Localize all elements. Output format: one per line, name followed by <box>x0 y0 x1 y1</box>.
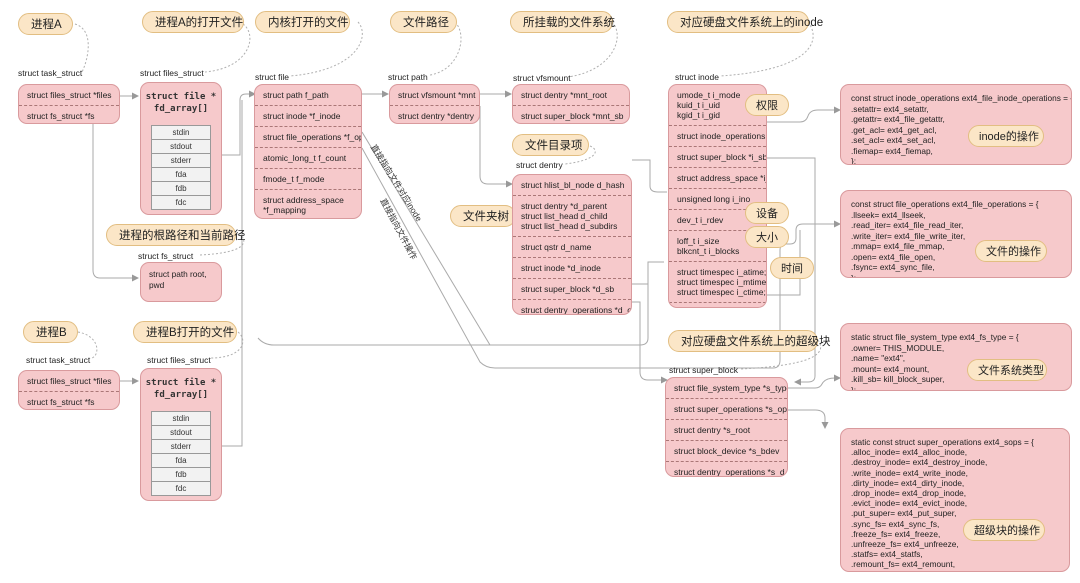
field-f-mapping: struct address_space *f_mapping <box>263 195 344 215</box>
pill-dentry-item: 文件目录项 <box>512 134 589 156</box>
field-i-fop: struct file_operations *i_fop <box>669 303 766 307</box>
field-root-pwd: struct path root, pwd <box>149 269 207 290</box>
pill-process-a: 进程A <box>18 13 73 35</box>
fd-array-title: struct file * fd_array[] <box>145 92 217 114</box>
pill-root-cwd: 进程的根路径和当前路径 <box>106 224 246 246</box>
fd-entry: stdin <box>151 125 211 140</box>
field-mnt-sb: struct super_block *mnt_sb <box>521 111 624 121</box>
files-struct-b-box: struct file * fd_array[] stdin stdout std… <box>140 368 222 501</box>
label-struct-super-block: struct super_block <box>669 365 738 375</box>
tag-permission: 权限 <box>745 94 789 116</box>
label-files-struct-a: struct files_struct <box>140 68 204 78</box>
fd-entry: fdc <box>151 195 211 210</box>
field-d-sb: struct super_block *d_sb <box>513 279 631 300</box>
tag-size: 大小 <box>745 226 789 248</box>
field-f-mode: fmode_t f_mode <box>255 169 361 190</box>
super-block-box: struct file_system_type *s_type struct s… <box>665 377 788 477</box>
field-files: struct files_struct *files <box>19 85 119 106</box>
field-fs: struct fs_struct *fs <box>27 111 95 121</box>
file-ops-box: const struct file_operations ext4_file_o… <box>840 190 1072 278</box>
field-i-mapping: struct address_space *i_mapping <box>669 168 766 189</box>
field-s-bdev: struct block_device *s_bdev <box>666 441 787 462</box>
fd-entry: fda <box>151 167 211 182</box>
field-d-op: struct dentry_operations *d_op <box>521 305 632 315</box>
fd-array-title: struct file * fd_array[] <box>145 378 217 400</box>
field-s-type: struct file_system_type *s_type <box>666 378 787 399</box>
field-f-count: atomic_long_t f_count <box>255 148 361 169</box>
file-ops-code: const struct file_operations ext4_file_o… <box>851 199 1039 278</box>
field-d-inode: struct inode *d_inode <box>513 258 631 279</box>
pill-kernel-file: 内核打开的文件 <box>255 11 350 33</box>
pill-disk-inode: 对应硬盘文件系统上的inode <box>667 11 823 33</box>
field-s-d-op: struct dentry_operations *s_d_op <box>674 467 788 477</box>
super-ops-box: static const struct super_operations ext… <box>840 428 1070 572</box>
struct-inode-box: umode_t i_mode kuid_t i_uid kgid_t i_gid… <box>668 84 767 308</box>
field-dentry: struct dentry *dentry <box>398 111 475 121</box>
field-files: struct files_struct *files <box>19 371 119 392</box>
tag-time: 时间 <box>770 257 814 279</box>
label-task-struct-b: struct task_struct <box>26 355 91 365</box>
super-ops-code: static const struct super_operations ext… <box>851 437 1034 571</box>
pill-file-path: 文件路径 <box>390 11 457 33</box>
field-i-sb: struct super_block *i_sb <box>669 147 766 168</box>
fd-entry: stdout <box>151 425 211 440</box>
field-d-tree: struct dentry *d_parent struct list_head… <box>513 196 631 237</box>
field-i-time: struct timespec i_atime; struct timespec… <box>669 262 766 303</box>
fd-entry: fdc <box>151 481 211 496</box>
files-struct-a-box: struct file * fd_array[] stdin stdout std… <box>140 82 222 215</box>
tag-fs-type: 文件系统类型 <box>967 359 1047 381</box>
label-task-struct-a: struct task_struct <box>18 68 83 78</box>
label-files-struct-b: struct files_struct <box>147 355 211 365</box>
field-i-op: struct inode_operations *i_op <box>669 126 766 147</box>
tag-inode-ops: inode的操作 <box>968 125 1044 147</box>
pill-disk-superblock: 对应硬盘文件系统上的超级块 <box>668 330 831 352</box>
fd-entry: stderr <box>151 439 211 454</box>
label-struct-file: struct file <box>255 72 290 82</box>
fd-entry: fdb <box>151 467 211 482</box>
tag-file-ops: 文件的操作 <box>975 240 1047 262</box>
label-struct-dentry: struct dentry <box>516 160 563 170</box>
tag-device: 设备 <box>745 202 789 224</box>
inode-ops-box: const struct inode_operations ext4_file_… <box>840 84 1072 165</box>
tag-super-ops: 超级块的操作 <box>963 519 1045 541</box>
pill-mounted-fs: 所挂载的文件系统 <box>510 11 615 33</box>
struct-vfsmount-box: struct dentry *mnt_root struct super_blo… <box>512 84 630 124</box>
fd-entry: stdin <box>151 411 211 426</box>
struct-path-box: struct vfsmount *mnt struct dentry *dent… <box>389 84 480 124</box>
label-struct-path: struct path <box>388 72 428 82</box>
field-fs: struct fs_struct *fs <box>27 397 95 407</box>
field-d-name: struct qstr d_name <box>513 237 631 258</box>
field-s-root: struct dentry *s_root <box>666 420 787 441</box>
fd-entry: stdout <box>151 139 211 154</box>
field-f-inode: struct inode *f_inode <box>255 106 361 127</box>
label-struct-vfsmount: struct vfsmount <box>513 73 571 83</box>
pill-process-b-files: 进程B打开的文件 <box>133 321 237 343</box>
pill-dir-tree: 文件夹树 <box>450 205 516 227</box>
label-fs-struct: struct fs_struct <box>138 251 194 261</box>
struct-dentry-box: struct hlist_bl_node d_hash struct dentr… <box>512 174 632 315</box>
field-mnt: struct vfsmount *mnt <box>390 85 479 106</box>
fd-array-table: stdin stdout stderr fda fdb fdc <box>151 411 211 496</box>
fd-entry: stderr <box>151 153 211 168</box>
fs-struct-box: struct path root, pwd <box>140 262 222 302</box>
field-f-path: struct path f_path <box>255 85 361 106</box>
pill-process-b: 进程B <box>23 321 78 343</box>
task-struct-a-box: struct files_struct *files struct fs_str… <box>18 84 120 124</box>
label-struct-inode: struct inode <box>675 72 719 82</box>
field-d-hash: struct hlist_bl_node d_hash <box>513 175 631 196</box>
field-s-op: struct super_operations *s_op <box>666 399 787 420</box>
fd-entry: fdb <box>151 181 211 196</box>
struct-file-box: struct path f_path struct inode *f_inode… <box>254 84 362 219</box>
task-struct-b-box: struct files_struct *files struct fs_str… <box>18 370 120 410</box>
pill-process-a-files: 进程A的打开文件 <box>142 11 244 33</box>
field-mnt-root: struct dentry *mnt_root <box>513 85 629 106</box>
fd-entry: fda <box>151 453 211 468</box>
field-f-op: struct file_operations *f_op <box>255 127 361 148</box>
fd-array-table: stdin stdout stderr fda fdb fdc <box>151 125 211 210</box>
